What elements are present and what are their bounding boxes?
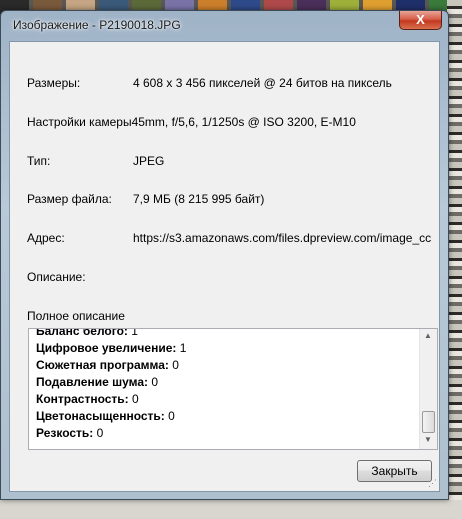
list-item: Резкость: 0 xyxy=(36,426,104,440)
list-item: Цветонасыщенность: 0 xyxy=(36,409,175,423)
list-item: Контрастность: 0 xyxy=(36,392,139,406)
description-label: Описание: xyxy=(27,270,86,284)
title-bar[interactable]: Изображение - P2190018.JPG X xyxy=(1,11,448,39)
list-item: Баланс белого: 1 xyxy=(36,328,138,338)
list-item: Подавление шума: 0 xyxy=(36,375,159,389)
dimensions-value: 4 608 x 3 456 пикселей @ 24 битов на пик… xyxy=(133,76,392,90)
window-title: Изображение - P2190018.JPG xyxy=(13,18,181,32)
address-value[interactable]: https://s3.amazonaws.com/files.dpreview.… xyxy=(133,231,435,245)
window-close-button[interactable]: X xyxy=(399,11,442,30)
description-scrollbar[interactable]: ▲ ▼ xyxy=(419,329,437,449)
dimensions-label: Размеры: xyxy=(27,76,81,90)
full-description-box[interactable]: Баланс белого: 1 Цифровое увеличение: 1 … xyxy=(28,328,438,450)
list-item: Сюжетная программа: 0 xyxy=(36,358,179,372)
scroll-up-icon[interactable]: ▲ xyxy=(424,331,432,340)
image-properties-dialog: Изображение - P2190018.JPG X Размеры: 4 … xyxy=(0,10,449,500)
list-item: Цифровое увеличение: 1 xyxy=(36,341,187,355)
scroll-thumb[interactable] xyxy=(422,411,435,433)
file-size-value: 7,9 МБ (8 215 995 байт) xyxy=(133,192,265,206)
camera-settings-label: Настройки камеры45mm, f/5,6, 1/1250s @ I… xyxy=(27,115,356,129)
type-value: JPEG xyxy=(133,154,165,168)
background-bottom xyxy=(0,500,462,519)
close-icon: X xyxy=(416,12,425,27)
type-label: Тип: xyxy=(27,154,51,168)
background-test-chart xyxy=(447,0,462,519)
dialog-body: Размеры: 4 608 x 3 456 пикселей @ 24 бит… xyxy=(9,41,440,492)
close-button[interactable]: Закрыть xyxy=(357,460,432,482)
file-size-label: Размер файла: xyxy=(27,192,112,206)
resize-grip-icon[interactable]: ⋰ xyxy=(428,478,437,489)
full-description-label: Полное описание xyxy=(27,309,125,323)
scroll-down-icon[interactable]: ▼ xyxy=(424,435,432,444)
address-label: Адрес: xyxy=(27,231,65,245)
